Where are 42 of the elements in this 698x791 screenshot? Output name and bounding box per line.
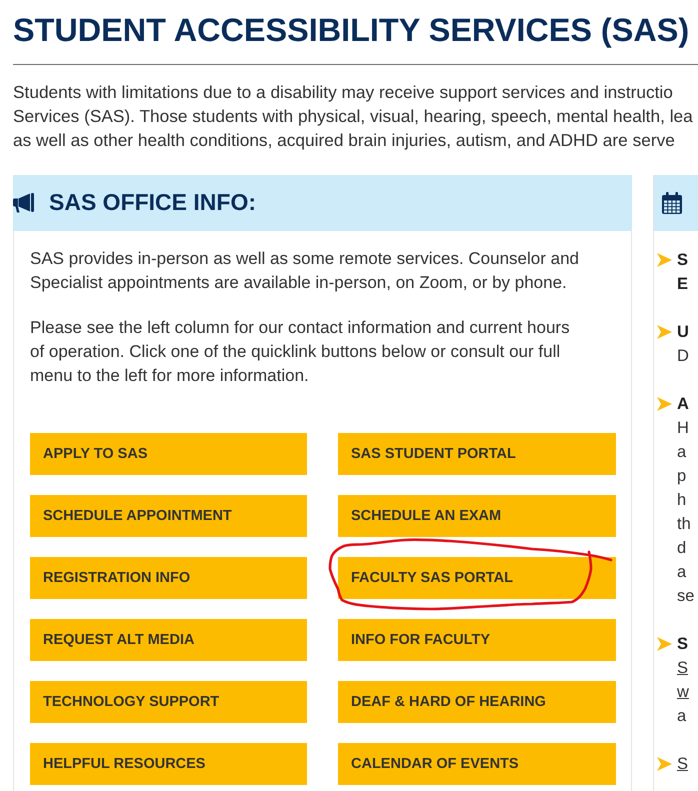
info-paragraph: SAS provides in-person as well as some remote services. Counselor and Specialist appointments are available in-person, on Zoom, or by phone. — [30, 248, 580, 294]
quicklink-button[interactable]: DEAF & HARD OF HEARING — [338, 680, 616, 722]
quicklink-button[interactable]: FACULTY SAS PORTAL — [338, 556, 616, 598]
item-title: S — [677, 250, 688, 270]
info-paragraph: Please see the left column for our contact information and current hours of operation. Click one of the quicklink buttons below or consult our full menu to the left for more information. — [30, 316, 571, 386]
arrow-bullet-icon — [657, 396, 672, 410]
page-title: STUDENT ACCESSIBILITY SERVICES (SAS) — [13, 11, 690, 49]
item-text: a — [677, 442, 688, 462]
arrow-bullet-icon — [657, 636, 672, 650]
item-text: a — [677, 706, 688, 726]
item-text: a — [677, 562, 688, 582]
item-text: H — [677, 418, 690, 438]
arrow-bullet-icon — [657, 324, 672, 338]
quicklink-button[interactable]: HELPFUL RESOURCES — [30, 742, 307, 784]
quicklink-button[interactable]: SCHEDULE AN EXAM — [338, 494, 616, 536]
item-text: p — [677, 466, 688, 486]
item-title: U — [677, 322, 689, 342]
arrow-bullet-icon — [657, 252, 672, 266]
quicklink-button[interactable]: SCHEDULE APPOINTMENT — [30, 494, 307, 536]
item-title: A — [677, 394, 690, 414]
intro-paragraph: Students with limitations due to a disability may receive support services and instructio Services (SAS). Those students with physical, visual, hearing, speech, mental health, lea as well as other health conditions, acquired brain injuries, autism, and ADHD are serve — [13, 81, 693, 152]
quicklink-button[interactable]: SAS STUDENT PORTAL — [338, 432, 616, 474]
quicklink-button[interactable]: TECHNOLOGY SUPPORT — [30, 680, 307, 722]
calendar-icon — [662, 192, 682, 214]
item-link[interactable]: S — [677, 752, 688, 776]
quicklink-button[interactable]: CALENDAR OF EVENTS — [338, 742, 616, 784]
item-text: h — [677, 490, 688, 510]
item-text: D — [677, 346, 689, 366]
item-text: se — [677, 586, 694, 606]
item-link[interactable]: S — [677, 656, 689, 680]
item-title: E — [677, 274, 688, 294]
item-title: S — [677, 634, 689, 654]
quicklink-button[interactable]: REQUEST ALT MEDIA — [30, 618, 307, 660]
panel-heading: SAS OFFICE INFO: — [49, 188, 256, 218]
quicklink-button[interactable]: APPLY TO SAS — [30, 432, 307, 474]
item-text: d — [677, 538, 688, 558]
item-link[interactable]: w — [677, 680, 689, 704]
megaphone-icon — [13, 192, 35, 212]
item-text: th — [677, 514, 692, 534]
quicklink-button[interactable]: REGISTRATION INFO — [30, 556, 307, 598]
arrow-bullet-icon — [657, 756, 672, 770]
quicklink-button[interactable]: INFO FOR FACULTY — [338, 618, 616, 660]
